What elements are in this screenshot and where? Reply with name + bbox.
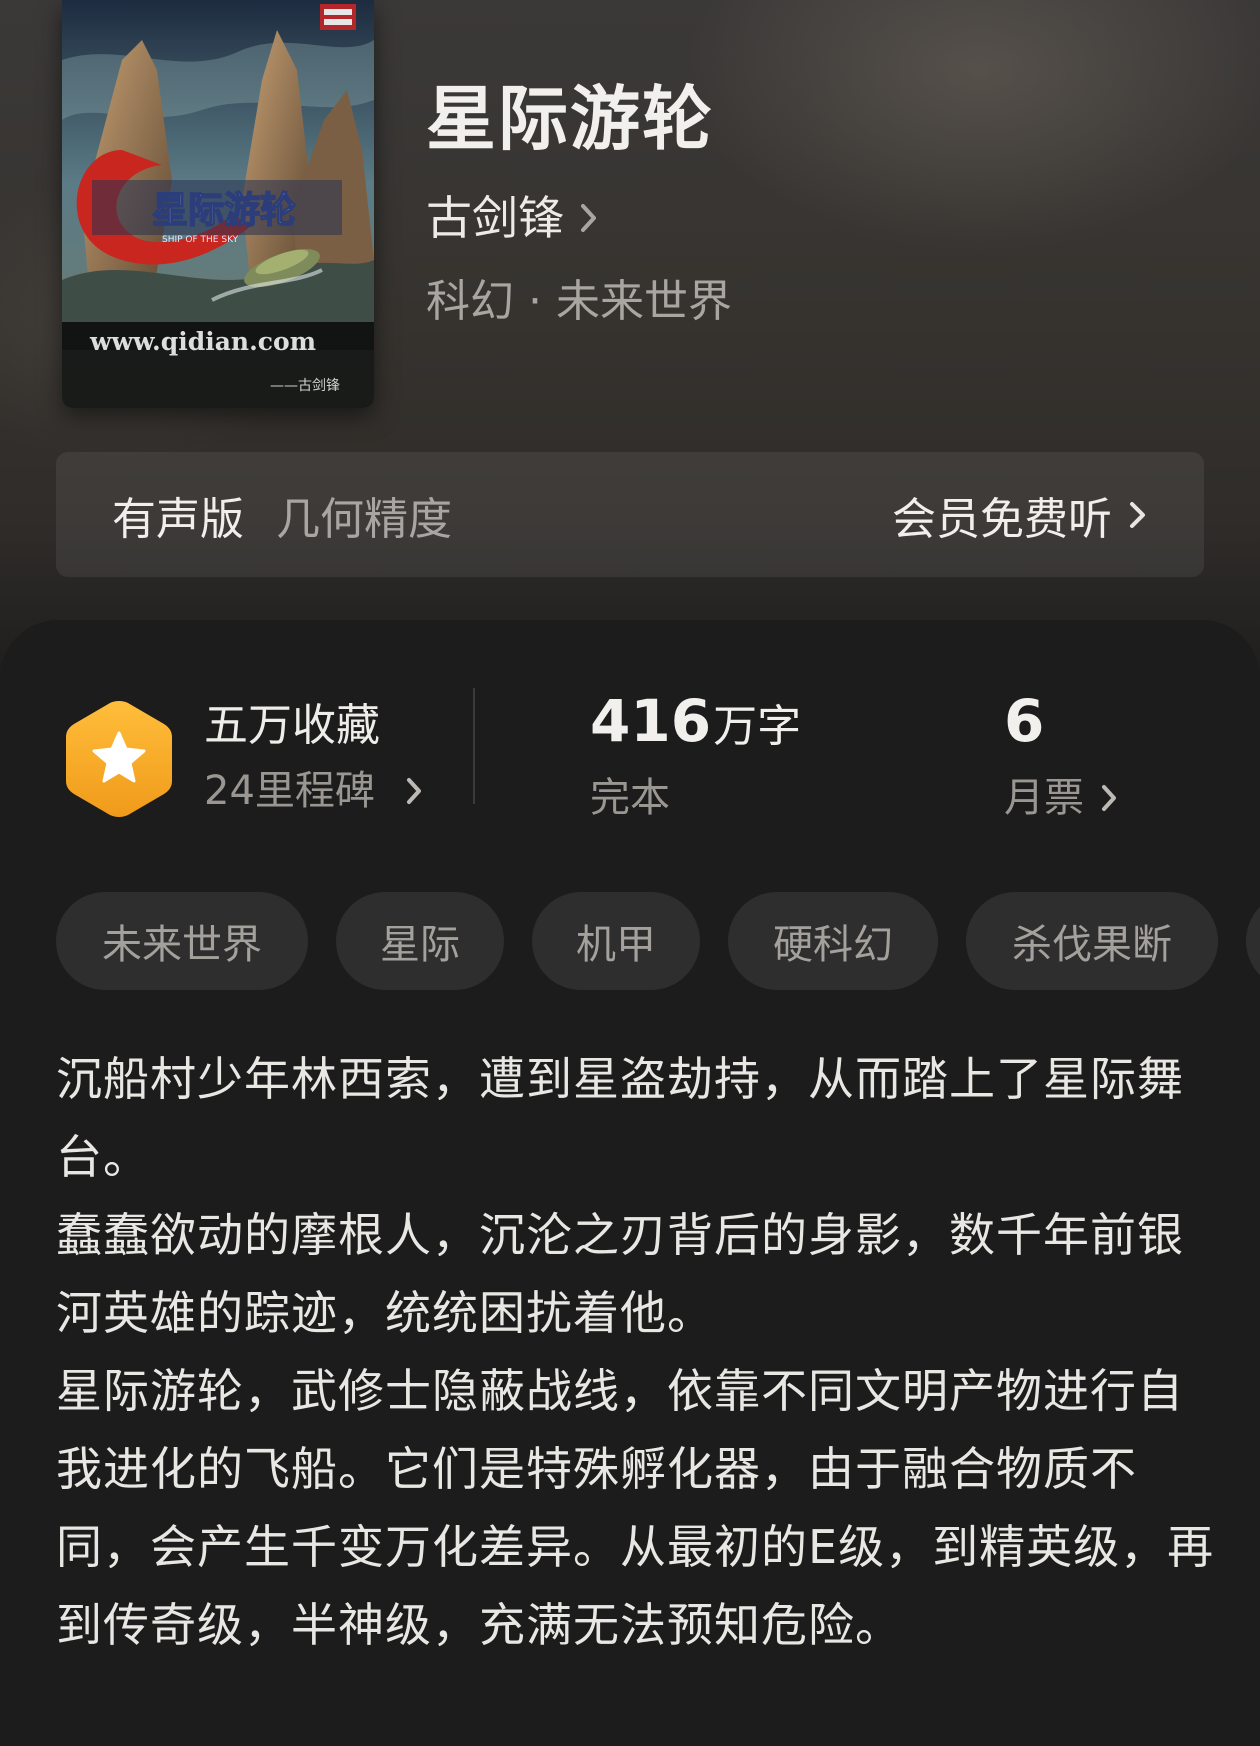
chevron-right-icon <box>1102 785 1116 811</box>
tag-chip-overflow[interactable] <box>1246 892 1260 990</box>
book-detail-page: 星际游轮 SHIP OF THE SKY www.qidian.com ——古剑… <box>0 0 1260 1746</box>
chevron-right-icon <box>581 204 596 232</box>
book-cover[interactable]: 星际游轮 SHIP OF THE SKY www.qidian.com ——古剑… <box>62 0 374 408</box>
tag-chip[interactable]: 杀伐果断 <box>966 892 1218 990</box>
free-listen-button[interactable]: 会员免费听 <box>892 483 1148 547</box>
chevron-right-icon <box>1130 501 1145 528</box>
book-genre: 科幻 · 未来世界 <box>426 276 732 327</box>
cover-author-text: ——古剑锋 <box>270 378 340 394</box>
chevron-right-icon <box>406 778 421 804</box>
monthly-ticket-count: 6 <box>1004 687 1045 755</box>
tag-chip[interactable]: 硬科幻 <box>728 892 938 990</box>
monthly-ticket-label: 月票 <box>1004 775 1084 821</box>
tag-chip[interactable]: 星际 <box>336 892 504 990</box>
tag-chip[interactable]: 机甲 <box>532 892 700 990</box>
monthly-ticket-link[interactable]: 月票 <box>1004 770 1118 826</box>
favorites-count: 五万收藏 <box>204 700 380 751</box>
book-description: 沉船村少年林西索，遭到星盗劫持，从而踏上了星际舞台。 蠢蠢欲动的摩根人，沉沦之刃… <box>56 1040 1216 1664</box>
audio-narrator: 几何精度 <box>276 493 452 545</box>
author-link[interactable]: 古剑锋 <box>426 188 600 248</box>
stats-divider <box>473 688 475 804</box>
cover-subtitle-text: SHIP OF THE SKY <box>162 235 239 245</box>
milestone-label: 24里程碑 <box>204 768 375 814</box>
tag-chip[interactable]: 未来世界 <box>56 892 308 990</box>
description-paragraph: 沉船村少年林西索，遭到星盗劫持，从而踏上了星际舞台。 <box>56 1052 1184 1184</box>
completion-status: 完本 <box>590 775 670 821</box>
free-listen-label: 会员免费听 <box>892 493 1112 545</box>
milestone-link[interactable]: 24里程碑 <box>204 763 423 819</box>
cover-art: 星际游轮 SHIP OF THE SKY www.qidian.com ——古剑… <box>62 0 374 408</box>
description-paragraph: 星际游轮，武修士隐蔽战线，依靠不同文明产物进行自我进化的飞船。它们是特殊孵化器，… <box>56 1364 1215 1652</box>
cover-title-text: 星际游轮 <box>152 189 296 231</box>
description-paragraph: 蠢蠢欲动的摩根人，沉沦之刃背后的身影，数千年前银河英雄的踪迹，统统困扰着他。 <box>56 1208 1184 1340</box>
audio-label: 有声版 <box>112 493 244 545</box>
word-count-number: 416 <box>590 687 712 755</box>
book-title: 星际游轮 <box>426 77 714 160</box>
star-hexagon-icon <box>66 701 172 817</box>
author-name: 古剑锋 <box>426 191 564 245</box>
word-count-unit: 万字 <box>713 701 802 752</box>
word-count: 416 万字 <box>590 686 801 762</box>
audio-version-bar[interactable]: 有声版 几何精度 会员免费听 <box>56 452 1204 577</box>
cover-url-text: www.qidian.com <box>89 327 316 356</box>
tag-list: 未来世界 星际 机甲 硬科幻 杀伐果断 <box>56 892 1260 992</box>
